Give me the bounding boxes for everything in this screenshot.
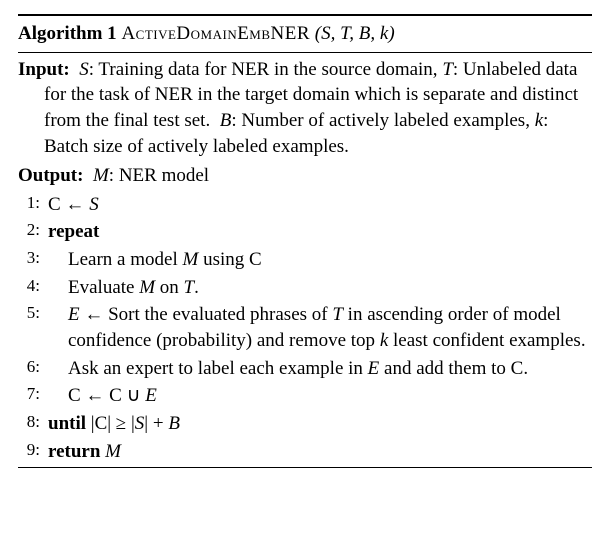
algorithm-steps: 1:C ← S2:repeat3:Learn a model M using C…	[18, 191, 592, 465]
step-body: repeat	[44, 219, 592, 245]
step-body: Ask an expert to label each example in E…	[44, 356, 592, 382]
step-number: 9:	[18, 439, 44, 462]
algorithm-header: Algorithm 1 ActiveDomainEmbNER (S, T, B,…	[18, 18, 592, 50]
step-number: 1:	[18, 192, 44, 215]
input-section: Input: S: Training data for NER in the s…	[18, 55, 592, 162]
rule-bottom	[18, 467, 592, 468]
step-line: 5:E ← Sort the evaluated phrases of T in…	[18, 301, 592, 354]
step-body: until |C| ≥ |S| + B	[44, 411, 592, 437]
algorithm-number: Algorithm 1	[18, 23, 117, 44]
step-line: 7:C ← C ∪ E	[18, 382, 592, 410]
algorithm-name: ActiveDomainEmbNER	[121, 23, 310, 44]
algorithm-params: (S, T, B, k)	[315, 23, 395, 44]
step-body: C ← C ∪ E	[44, 383, 592, 409]
step-body: return M	[44, 439, 592, 465]
step-body: C ← S	[44, 192, 592, 218]
step-body: Evaluate M on T.	[44, 275, 592, 301]
step-number: 3:	[18, 247, 44, 270]
rule-header	[18, 52, 592, 53]
step-line: 8:until |C| ≥ |S| + B	[18, 410, 592, 438]
step-number: 4:	[18, 275, 44, 298]
output-body: M: NER model	[88, 165, 209, 186]
step-line: 6:Ask an expert to label each example in…	[18, 355, 592, 383]
step-line: 4:Evaluate M on T.	[18, 274, 592, 302]
step-body: E ← Sort the evaluated phrases of T in a…	[44, 302, 592, 353]
algorithm-block: Algorithm 1 ActiveDomainEmbNER (S, T, B,…	[18, 14, 592, 468]
step-number: 8:	[18, 411, 44, 434]
step-line: 3:Learn a model M using C	[18, 246, 592, 274]
step-number: 6:	[18, 356, 44, 379]
input-label: Input:	[18, 59, 70, 80]
output-label: Output:	[18, 165, 83, 186]
step-number: 2:	[18, 219, 44, 242]
step-line: 2:repeat	[18, 218, 592, 246]
output-section: Output: M: NER model	[18, 161, 592, 191]
step-line: 1:C ← S	[18, 191, 592, 219]
input-body: S: Training data for NER in the source d…	[44, 59, 578, 157]
step-number: 5:	[18, 302, 44, 325]
step-number: 7:	[18, 383, 44, 406]
step-body: Learn a model M using C	[44, 247, 592, 273]
step-line: 9:return M	[18, 438, 592, 466]
rule-top	[18, 14, 592, 16]
